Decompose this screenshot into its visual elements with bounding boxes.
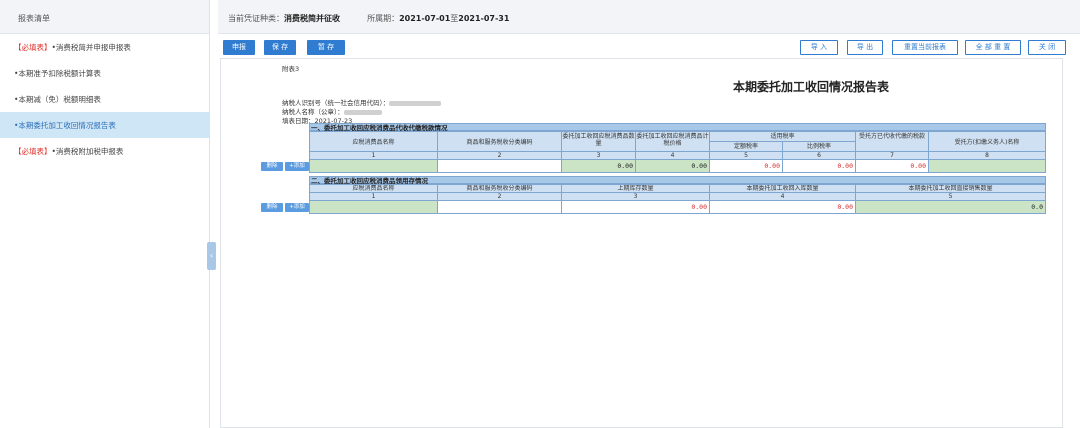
section1-title: 一、委托加工收回应税消费品代收代缴税款情况 [309, 123, 1046, 132]
s2-prior-stock-input[interactable]: 0.00 [561, 200, 710, 214]
collapse-sidebar-button[interactable]: ‹ [207, 242, 216, 270]
app-window: 报表清单 【必填表】•消费税简并申报申报表 •本期准予扣除税额计算表 •本期减（… [0, 0, 1080, 428]
sidebar-item-consumption-tax-return[interactable]: 【必填表】•消费税简并申报申报表 [0, 34, 209, 60]
sidebar-item-surtax-return[interactable]: 【必填表】•消费税附加税申报表 [0, 138, 209, 164]
s1-tax-code-input[interactable] [437, 159, 562, 173]
hold-button[interactable]: 暂 存 [307, 40, 345, 55]
s1-ad-valorem-rate-input[interactable]: 0.00 [782, 159, 856, 173]
s1-taxable-price-input[interactable]: 0.00 [635, 159, 710, 173]
period-label: 所属期： [367, 14, 400, 23]
reset-all-button[interactable]: 全 部 重 置 [965, 40, 1021, 55]
period-end: 2021-07-31 [458, 14, 510, 23]
redacted-taxpayer-name [343, 109, 382, 115]
sidebar-item-label: •消费税附加税申报表 [51, 147, 124, 156]
toolbar: 申报 保 存 暂 存 导 入 导 出 重置当前报表 全 部 重 置 关 闭 [218, 36, 1080, 60]
s2-product-name-input[interactable] [309, 200, 438, 214]
voucher-info-bar: 当前凭证种类：消费税简并征收 所属期：2021-07-01至2021-07-31 [218, 0, 1080, 34]
s1-fixed-rate-input[interactable]: 0.00 [709, 159, 783, 173]
import-button[interactable]: 导 入 [800, 40, 838, 55]
report-form: 附表3 本期委托加工收回情况报告表 纳税人识别号（统一社会信用代码）： 纳税人名… [220, 58, 1063, 428]
report-title: 本期委托加工收回情况报告表 [733, 80, 890, 94]
sidebar-item-tax-reduction-detail[interactable]: •本期减（免）税额明细表 [0, 86, 209, 112]
report-list-sidebar: 报表清单 【必填表】•消费税简并申报申报表 •本期准予扣除税额计算表 •本期减（… [0, 0, 210, 428]
attachment-number: 附表3 [282, 65, 300, 73]
close-button[interactable]: 关 闭 [1028, 40, 1066, 55]
s2-row-delete-button[interactable]: 删除 [261, 203, 283, 212]
sidebar-item-processing-report[interactable]: •本期委托加工收回情况报告表 [0, 112, 209, 138]
sidebar-item-deductible-tax-calc[interactable]: •本期准予扣除税额计算表 [0, 60, 209, 86]
sidebar-header: 报表清单 [0, 0, 209, 34]
reset-current-button[interactable]: 重置当前报表 [892, 40, 958, 55]
s1-header-tax-code: 商品和服务税收分类编码 [437, 131, 562, 152]
s1-product-name-input[interactable] [309, 159, 438, 173]
s2-direct-sales-qty-input[interactable]: 0.0 [855, 200, 1046, 214]
voucher-type-value: 消费税简并征收 [284, 14, 340, 23]
required-tag: 【必填表】 [14, 43, 52, 52]
s2-received-qty-input[interactable]: 0.00 [709, 200, 856, 214]
s1-header-product-name: 应税消费品名称 [309, 131, 438, 152]
declare-button[interactable]: 申报 [223, 40, 255, 55]
s1-header-taxable-price: 委托加工收回应税消费品计税价格 [635, 131, 710, 152]
chevron-left-icon: ‹ [209, 251, 214, 260]
section2-title: 二、委托加工收回应税消费品领用存情况 [309, 176, 1046, 185]
s2-row-add-button[interactable]: +添加 [285, 203, 309, 212]
export-button[interactable]: 导 出 [847, 40, 883, 55]
redacted-taxpayer-id [389, 100, 442, 106]
s1-header-withheld-tax: 受托方已代收代缴的税款 [855, 131, 929, 152]
s1-withheld-tax-input[interactable]: 0.00 [855, 159, 929, 173]
voucher-type-label: 当前凭证种类： [228, 14, 284, 23]
s1-row-delete-button[interactable]: 删除 [261, 162, 283, 171]
required-tag: 【必填表】 [14, 147, 52, 156]
s1-row-add-button[interactable]: +添加 [285, 162, 309, 171]
main-panel: 当前凭证种类：消费税简并征收 所属期：2021-07-01至2021-07-31… [218, 0, 1080, 428]
period-start: 2021-07-01 [399, 14, 451, 23]
sidebar-item-label: •消费税简并申报申报表 [51, 43, 131, 52]
sidebar-item-label: •本期准予扣除税额计算表 [14, 69, 101, 78]
s1-quantity-input[interactable]: 0.00 [561, 159, 636, 173]
s1-header-quantity: 委托加工收回应税消费品数量 [561, 131, 636, 152]
save-button[interactable]: 保 存 [264, 40, 296, 55]
sidebar-item-label: •本期委托加工收回情况报告表 [14, 121, 116, 130]
s1-trustee-name-input[interactable] [928, 159, 1046, 173]
s2-tax-code-input[interactable] [437, 200, 562, 214]
sidebar-item-label: •本期减（免）税额明细表 [14, 95, 101, 104]
s1-header-trustee-name: 受托方(扣缴义务人)名称 [928, 131, 1046, 152]
